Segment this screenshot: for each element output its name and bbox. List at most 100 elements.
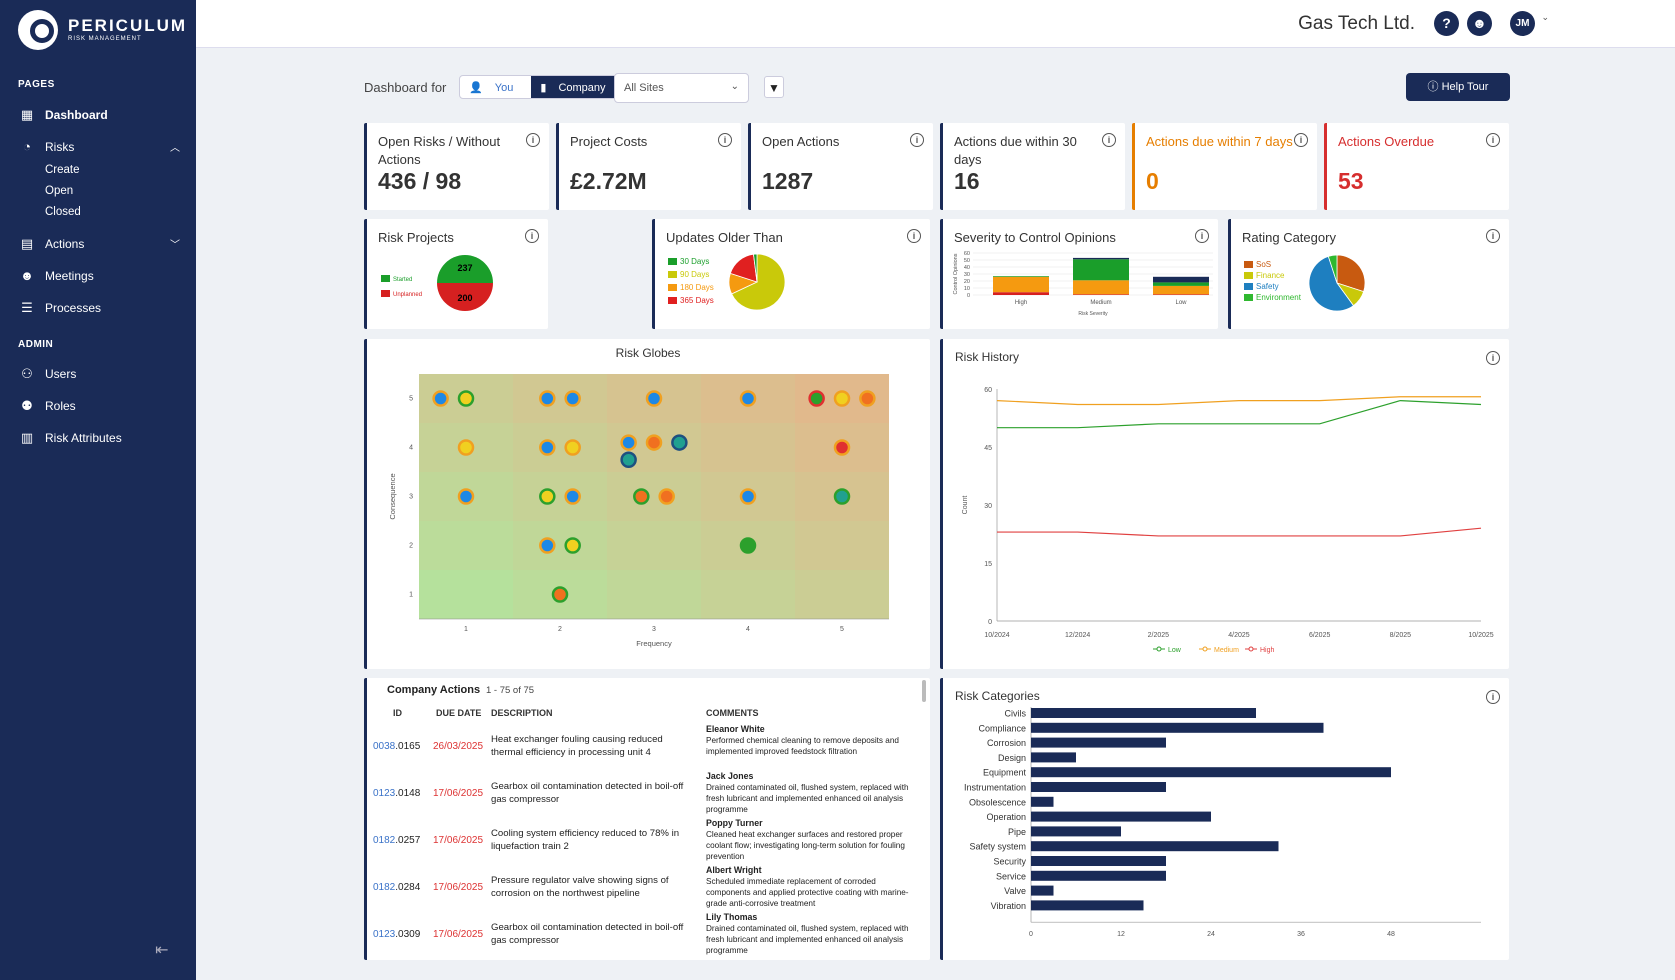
scope-company-button[interactable]: ▮ Company	[531, 76, 624, 98]
risk-globe[interactable]	[739, 488, 757, 505]
risk-globe[interactable]	[833, 390, 851, 407]
risk-cell[interactable]	[795, 570, 889, 619]
risk-globe[interactable]	[658, 488, 675, 505]
risk-globe[interactable]	[539, 537, 556, 554]
category-bar-valve[interactable]	[1031, 885, 1054, 896]
severity-bar-segment[interactable]	[993, 292, 1049, 295]
severity-bar-segment[interactable]	[1153, 276, 1209, 283]
scope-you-button[interactable]: 👤 You	[460, 76, 531, 98]
risk-globe[interactable]	[457, 390, 475, 407]
action-id-prefix[interactable]: 0123	[373, 788, 395, 799]
category-bar-vibration[interactable]	[1031, 900, 1144, 911]
nav-meetings[interactable]: ☻ Meetings	[18, 266, 182, 286]
risk-globe[interactable]	[645, 434, 663, 451]
column-header-id[interactable]: ID	[393, 708, 402, 718]
table-row[interactable]: 0182.0257 17/06/2025 Cooling system effici…	[363, 818, 918, 868]
nav-risks[interactable]: ◔ Risks ︿	[18, 137, 182, 157]
nav-users[interactable]: ⚇ Users	[18, 364, 182, 384]
nav-risks-open[interactable]: Open	[45, 185, 73, 197]
table-row[interactable]: 0038.0165 26/03/2025 Heat exchanger foulin…	[363, 724, 918, 774]
nav-risk-attributes[interactable]: ▥ Risk Attributes	[18, 428, 182, 448]
nav-dashboard[interactable]: ▦ Dashboard	[18, 105, 182, 125]
action-id-prefix[interactable]: 0123	[373, 929, 395, 940]
risk-cell[interactable]	[701, 423, 795, 472]
risk-cell[interactable]	[513, 374, 607, 423]
category-bar-civils[interactable]	[1031, 708, 1256, 718]
risk-cell[interactable]	[513, 472, 607, 521]
info-icon[interactable]: i	[1486, 133, 1500, 147]
scrollbar[interactable]	[922, 680, 926, 702]
info-icon[interactable]: i	[1195, 229, 1209, 243]
severity-bar-segment[interactable]	[1153, 282, 1209, 286]
column-header-comments[interactable]: COMMENTS	[706, 708, 759, 718]
severity-bar-segment[interactable]	[1073, 294, 1129, 295]
filter-icon[interactable]: ▼	[764, 76, 784, 98]
risk-cell[interactable]	[513, 521, 607, 570]
risk-globe[interactable]	[551, 586, 569, 603]
action-id-prefix[interactable]: 0182	[373, 835, 395, 846]
severity-bar-segment[interactable]	[993, 276, 1049, 277]
risk-globe[interactable]	[539, 488, 556, 505]
risk-cell[interactable]	[513, 423, 607, 472]
category-bar-operation[interactable]	[1031, 811, 1211, 822]
info-icon[interactable]: i	[910, 133, 924, 147]
action-id[interactable]: 0038.0165	[373, 741, 420, 752]
severity-bar-segment[interactable]	[1073, 280, 1129, 295]
risk-globe[interactable]	[539, 439, 556, 456]
logo[interactable]: PERICULUM RISK MANAGEMENT	[18, 10, 188, 50]
help-tour-button[interactable]: ⓘ Help Tour	[1406, 73, 1510, 101]
table-row[interactable]: 0123.0148 17/06/2025 Gearbox oil contamina…	[363, 771, 918, 821]
nav-risks-create[interactable]: Create	[45, 164, 80, 176]
action-id[interactable]: 0182.0257	[373, 835, 420, 846]
chevron-up-icon[interactable]: ︿	[170, 139, 180, 154]
category-bar-security[interactable]	[1031, 856, 1166, 866]
severity-bar-segment[interactable]	[993, 276, 1049, 293]
info-icon[interactable]: i	[1486, 229, 1500, 243]
severity-bar-segment[interactable]	[1073, 259, 1129, 281]
info-icon[interactable]: i	[718, 133, 732, 147]
collapse-sidebar-icon[interactable]: ⇤	[155, 940, 168, 960]
action-id-prefix[interactable]: 0038	[373, 741, 395, 752]
category-bar-compliance[interactable]	[1031, 722, 1324, 733]
chevron-down-icon[interactable]: ﹀	[170, 236, 180, 251]
nav-risks-closed[interactable]: Closed	[45, 206, 81, 218]
risk-globe[interactable]	[645, 390, 663, 407]
risk-globe[interactable]	[671, 434, 688, 451]
risk-globe[interactable]	[457, 439, 475, 456]
chevron-down-icon[interactable]: ⌄	[1541, 12, 1549, 23]
risk-globe[interactable]	[432, 390, 449, 407]
risk-globe[interactable]	[859, 390, 876, 407]
history-line-high[interactable]	[997, 527, 1482, 537]
severity-bar-segment[interactable]	[1073, 257, 1129, 260]
category-bar-design[interactable]	[1031, 752, 1076, 763]
column-header-description[interactable]: DESCRIPTION	[491, 708, 553, 718]
risk-globe[interactable]	[808, 390, 825, 407]
risk-globe[interactable]	[833, 439, 851, 456]
severity-bar-segment[interactable]	[1153, 294, 1209, 295]
action-id-prefix[interactable]: 0182	[373, 882, 395, 893]
category-bar-obsolescence[interactable]	[1031, 796, 1054, 807]
risk-globe[interactable]	[564, 439, 581, 456]
risk-globe[interactable]	[564, 390, 581, 407]
nav-actions[interactable]: ▤ Actions ﹀	[18, 234, 182, 254]
info-icon[interactable]: i	[1486, 351, 1500, 365]
risk-cell[interactable]	[607, 521, 701, 570]
action-id[interactable]: 0123.0148	[373, 788, 420, 799]
risk-globe[interactable]	[739, 390, 757, 407]
category-bar-equipment[interactable]	[1031, 767, 1391, 778]
action-id[interactable]: 0123.0309	[373, 929, 420, 940]
risk-globe[interactable]	[539, 390, 556, 407]
site-select[interactable]: All Sites ⌄	[614, 73, 749, 103]
risk-cell[interactable]	[701, 570, 795, 619]
category-bar-instrumentation[interactable]	[1031, 782, 1166, 792]
info-icon[interactable]: i	[525, 229, 539, 243]
risk-cell[interactable]	[607, 472, 701, 521]
category-bar-pipe[interactable]	[1031, 826, 1121, 837]
risk-globe[interactable]	[833, 488, 851, 505]
risk-globe[interactable]	[633, 488, 650, 505]
info-icon[interactable]: i	[907, 229, 921, 243]
nav-processes[interactable]: ☰ Processes	[18, 298, 182, 318]
category-bar-service[interactable]	[1031, 870, 1166, 881]
risk-globe[interactable]	[564, 488, 581, 505]
risk-cell[interactable]	[419, 521, 513, 570]
